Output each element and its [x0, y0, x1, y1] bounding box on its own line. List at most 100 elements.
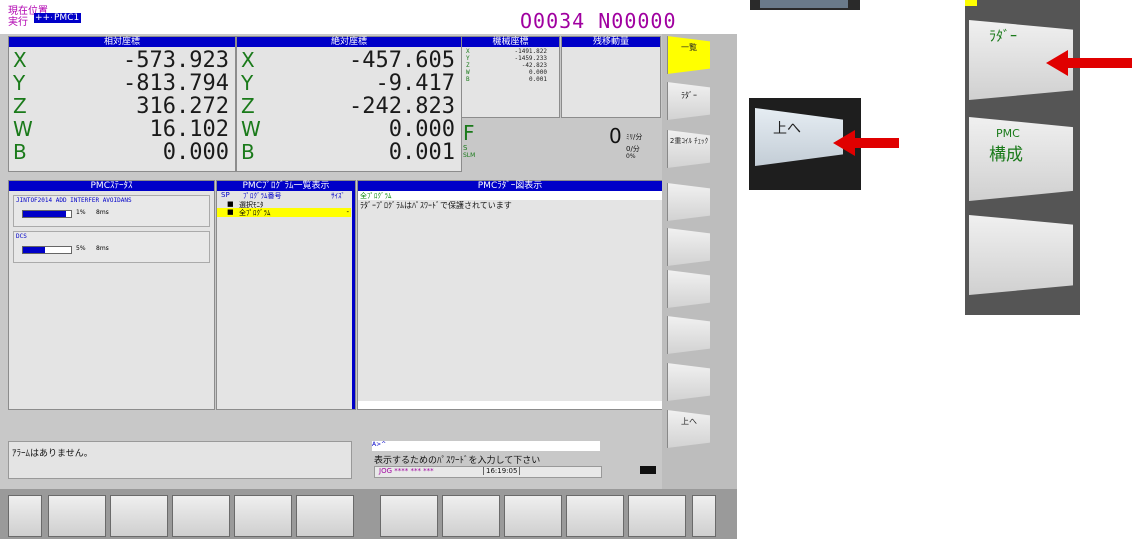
machine-axis-label: Y: [466, 55, 470, 62]
softkey-bottom-3[interactable]: [172, 495, 230, 537]
softkey-bottom-2[interactable]: [110, 495, 168, 537]
machine-panel: 機械座標 X -1491.822 Y -1459.233 Z -42.823 W 0.000 B…: [461, 36, 560, 118]
zoom-blank-button[interactable]: [969, 215, 1073, 295]
softkey-bottom-left-return[interactable]: [8, 495, 42, 537]
relative-row-y: Y -813.794: [13, 71, 229, 96]
list-item[interactable]: ■ 選択ﾓﾆﾀ: [217, 200, 355, 209]
relative-axis-label: B: [13, 140, 27, 164]
softkey-bottom-6[interactable]: [380, 495, 438, 537]
relative-title: 相対座標: [9, 37, 235, 47]
softkey-bottom-9[interactable]: [566, 495, 624, 537]
absolute-axis-value: 0.000: [388, 117, 455, 142]
feed-panel: F S SLM 0 ﾐﾘ/分 0/分 0%: [461, 118, 659, 170]
absolute-axis-value: 0.001: [388, 140, 455, 165]
softkey-bottom-4[interactable]: [234, 495, 292, 537]
zoom-pmc-config-button[interactable]: PMC 構成: [969, 117, 1073, 201]
relative-row-x: X -573.923: [13, 48, 229, 73]
absolute-title: 絶対座標: [237, 37, 461, 47]
scrollbar[interactable]: [352, 191, 355, 409]
machine-axis-label: X: [466, 48, 470, 55]
status-item-bar: [22, 210, 72, 218]
softkey-blank-4[interactable]: [667, 316, 710, 354]
list-item-selected[interactable]: ■ 全ﾌﾟﾛｸﾞﾗﾑ -: [217, 208, 351, 217]
cnc-screen: 現在位置 実行 +++ PMC1 O0034 N00000 相対座標 X -573…: [0, 0, 737, 539]
relative-axis-value: 0.000: [162, 140, 229, 165]
machine-axis-label: B: [466, 76, 470, 83]
machine-axis-value: -1459.233: [514, 55, 547, 62]
status-item-time: 8ms: [96, 209, 109, 216]
status-item-percent: 5%: [76, 245, 86, 252]
relative-row-z: Z 316.272: [13, 94, 229, 119]
arrow-red-ladder: [1046, 50, 1132, 76]
softkey-bottom-7[interactable]: [442, 495, 500, 537]
ladder-footer: [358, 401, 662, 409]
relative-axis-value: 316.272: [136, 94, 229, 119]
absolute-axis-value: -457.605: [349, 48, 455, 73]
machine-title: 機械座標: [462, 37, 559, 47]
arrow-red-up: [833, 130, 899, 156]
relative-row-w: W 16.102: [13, 117, 229, 142]
zoom-up-button[interactable]: 上へ: [755, 108, 843, 166]
absolute-row-y: Y -9.417: [241, 71, 455, 96]
remaining-title: 残移動量: [562, 37, 660, 47]
pmc-status-panel: PMCｽﾃｰﾀｽ JINTOF2014 ADD INTERFER AVOIDAN…: [8, 180, 215, 410]
machine-axis-value: 0.001: [528, 76, 547, 83]
clock-text: 16:19:05: [483, 467, 521, 475]
softkey-blank-2[interactable]: [667, 228, 710, 266]
softkey-blank-5[interactable]: [667, 363, 710, 401]
slm-label: SLM: [463, 152, 476, 159]
machine-axis-label: Z: [466, 62, 470, 69]
relative-axis-value: -813.794: [123, 71, 229, 96]
absolute-panel: 絶対座標 X -457.605 Y -9.417 Z -242.823 W 0.000 B 0.0…: [236, 36, 462, 172]
absolute-axis-label: X: [241, 48, 255, 72]
program-list-title: PMCﾌﾟﾛｸﾞﾗﾑ一覧表示: [217, 181, 355, 191]
machine-row: Y -1459.233: [466, 55, 555, 62]
machine-row: Z -42.823: [466, 62, 555, 69]
absolute-row-z: Z -242.823: [241, 94, 455, 119]
softkey-bottom-1[interactable]: [48, 495, 106, 537]
header-bar: 現在位置 実行 +++ PMC1 O0034 N00000: [0, 0, 737, 34]
ladder-program: 全ﾌﾟﾛｸﾞﾗﾑ: [358, 191, 662, 200]
status-item-name: DCS: [16, 233, 27, 240]
softkey-up[interactable]: 上へ: [667, 410, 710, 448]
softkey-bottom-next[interactable]: [692, 495, 716, 537]
list-item-label: 全ﾌﾟﾛｸﾞﾗﾑ: [239, 209, 271, 217]
absolute-axis-label: Z: [241, 94, 255, 118]
machine-row: W 0.000: [466, 69, 555, 76]
relative-panel: 相対座標 X -573.923 Y -813.794 Z 316.272 W 16.102 B 0…: [8, 36, 236, 172]
machine-axis-value: -42.823: [521, 62, 547, 69]
relative-axis-label: X: [13, 48, 27, 72]
status-item-bar-fill: [23, 247, 45, 253]
softkey-list[interactable]: 一覧: [667, 36, 710, 74]
softkey-ladder[interactable]: ﾗﾀﾞｰ: [667, 82, 710, 120]
mode-text: JOG **** *** ***: [379, 467, 434, 475]
program-number: O0034 N00000: [520, 9, 677, 33]
col-sp: SP: [221, 191, 230, 199]
load-value: 0%: [626, 153, 636, 160]
softkey-dual-coil[interactable]: 2重ｺｲﾙ ﾁｪｯｸ: [667, 130, 710, 168]
machine-axis-label: W: [466, 69, 470, 76]
softkey-bottom-10[interactable]: [628, 495, 686, 537]
absolute-axis-value: -9.417: [375, 71, 455, 96]
absolute-axis-value: -242.823: [349, 94, 455, 119]
absolute-axis-label: W: [241, 117, 261, 141]
program-list-panel: PMCﾌﾟﾛｸﾞﾗﾑ一覧表示 SP ﾌﾟﾛｸﾞﾗﾑ番号 ｻｲｽﾞ ■ 選択ﾓﾆﾀ…: [216, 180, 356, 410]
machine-row: X -1491.822: [466, 48, 555, 55]
zoom-top-fragment: [750, 0, 860, 10]
softkey-bottom-8[interactable]: [504, 495, 562, 537]
relative-row-b: B 0.000: [13, 140, 229, 165]
input-line[interactable]: A>^: [372, 441, 600, 451]
status-item-bar-fill: [23, 211, 67, 217]
machine-axis-value: -1491.822: [514, 48, 547, 55]
prompt-message: 表示するためのﾊﾟｽﾜｰﾄﾞを入力して下さい: [374, 456, 541, 466]
ladder-panel: PMCﾗﾀﾞｰ図表示 全ﾌﾟﾛｸﾞﾗﾑ ﾗﾀﾞｰﾌﾟﾛｸﾞﾗﾑはﾊﾟｽﾜｰﾄﾞで…: [357, 180, 663, 410]
relative-axis-label: W: [13, 117, 33, 141]
softkey-blank-3[interactable]: [667, 270, 710, 308]
softkey-blank-1[interactable]: [667, 183, 710, 221]
relative-axis-value: 16.102: [149, 117, 229, 142]
status-item: DCS 5% 8ms: [13, 231, 210, 263]
program-list-header: SP ﾌﾟﾛｸﾞﾗﾑ番号 ｻｲｽﾞ: [217, 191, 355, 200]
softkey-bottom-5[interactable]: [296, 495, 354, 537]
status-label: 実行: [8, 17, 28, 28]
absolute-axis-label: Y: [241, 71, 254, 95]
